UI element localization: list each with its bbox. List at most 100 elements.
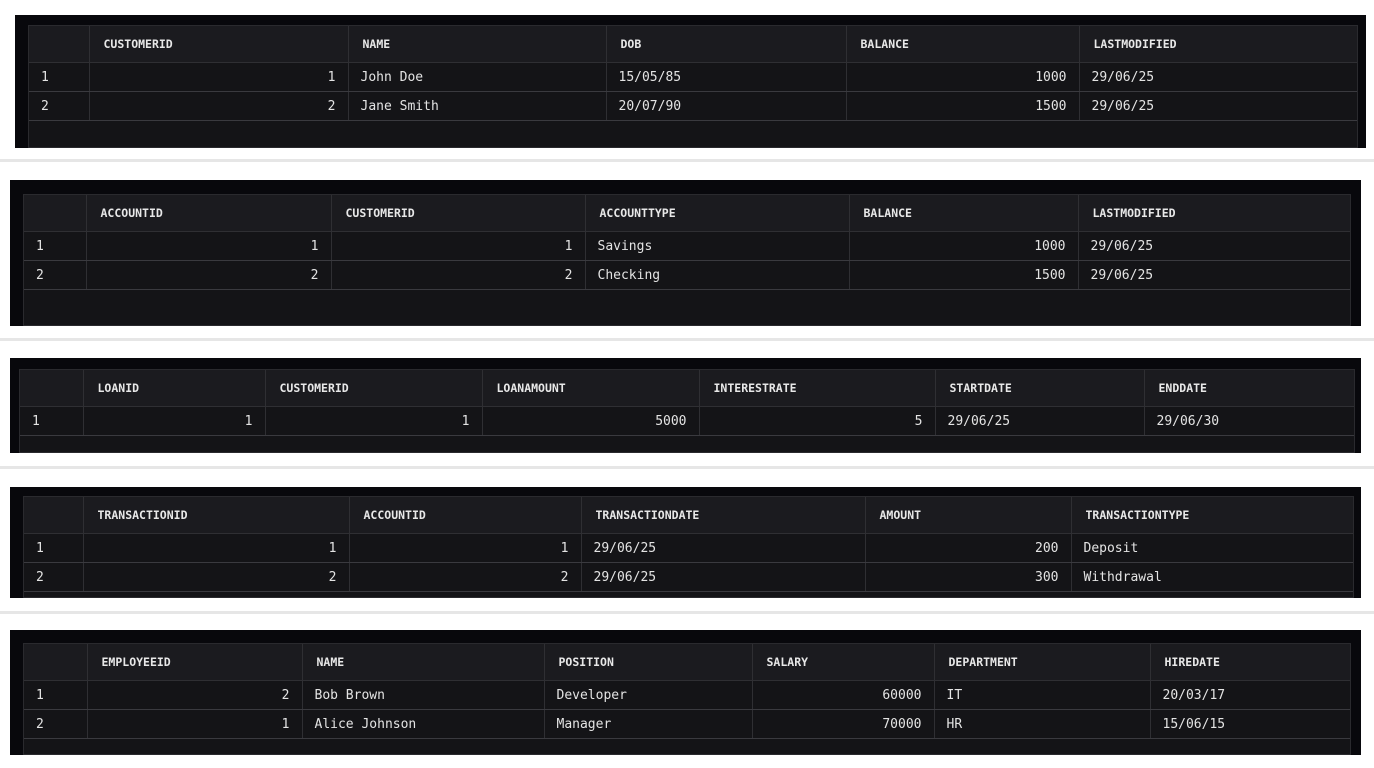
table-row[interactable]: 1 1 1 29/06/25 200 Deposit <box>24 533 1353 563</box>
column-header-employeeid[interactable]: EMPLOYEEID <box>86 644 302 681</box>
column-header-rownum[interactable] <box>24 644 87 681</box>
table-row[interactable]: 2 2 2 Checking 1500 29/06/25 <box>24 260 1350 290</box>
column-header-rownum[interactable] <box>24 195 86 232</box>
loans-result-grid: LOANID CUSTOMERID LOANAMOUNT INTERESTRAT… <box>19 369 1355 453</box>
table-cell[interactable]: Withdrawal <box>1070 562 1353 592</box>
column-header-customerid[interactable]: CUSTOMERID <box>264 370 482 407</box>
table-cell[interactable]: HR <box>933 709 1150 739</box>
row-number-cell[interactable]: 1 <box>24 680 87 710</box>
column-header-transactiontype[interactable]: TRANSACTIONTYPE <box>1070 497 1353 534</box>
table-cell[interactable]: 20/03/17 <box>1149 680 1350 710</box>
column-header-accountid[interactable]: ACCOUNTID <box>85 195 331 232</box>
table-cell[interactable]: 1 <box>82 533 349 563</box>
column-header-rownum[interactable] <box>20 370 83 407</box>
table-cell[interactable]: 29/06/25 <box>1078 91 1357 121</box>
column-header-hiredate[interactable]: HIREDATE <box>1149 644 1350 681</box>
table-row[interactable]: 2 2 2 29/06/25 300 Withdrawal <box>24 562 1353 592</box>
table-cell[interactable]: 2 <box>348 562 581 592</box>
table-cell[interactable]: Savings <box>584 231 849 261</box>
table-cell[interactable]: 2 <box>88 91 348 121</box>
column-header-dob[interactable]: DOB <box>605 26 846 63</box>
table-row[interactable]: 1 2 Bob Brown Developer 60000 IT 20/03/1… <box>24 680 1350 710</box>
column-header-salary[interactable]: SALARY <box>751 644 934 681</box>
table-cell[interactable]: Checking <box>584 260 849 290</box>
column-header-accountid[interactable]: ACCOUNTID <box>348 497 581 534</box>
column-header-lastmodified[interactable]: LASTMODIFIED <box>1078 26 1357 63</box>
column-header-balance[interactable]: BALANCE <box>848 195 1078 232</box>
table-cell[interactable]: 29/06/25 <box>580 533 865 563</box>
column-header-rownum[interactable] <box>24 497 83 534</box>
table-row[interactable]: 1 1 1 Savings 1000 29/06/25 <box>24 231 1350 261</box>
column-header-loanid[interactable]: LOANID <box>82 370 265 407</box>
table-cell[interactable]: 29/06/25 <box>934 406 1144 436</box>
table-cell[interactable]: 29/06/25 <box>1077 231 1350 261</box>
column-header-interestrate[interactable]: INTERESTRATE <box>698 370 935 407</box>
table-cell[interactable]: 2 <box>86 680 302 710</box>
table-cell[interactable]: 2 <box>330 260 585 290</box>
column-header-department[interactable]: DEPARTMENT <box>933 644 1150 681</box>
table-row[interactable]: 1 1 1 5000 5 29/06/25 29/06/30 <box>20 406 1354 436</box>
table-cell[interactable]: 1 <box>348 533 581 563</box>
table-cell[interactable]: 5 <box>698 406 935 436</box>
table-cell[interactable]: 29/06/25 <box>1078 62 1357 92</box>
column-header-name[interactable]: NAME <box>347 26 606 63</box>
row-number-cell[interactable]: 2 <box>24 260 86 290</box>
row-number-cell[interactable]: 2 <box>24 562 83 592</box>
table-cell[interactable]: 5000 <box>481 406 699 436</box>
table-cell[interactable]: Manager <box>543 709 752 739</box>
table-cell[interactable]: 1 <box>85 231 331 261</box>
customers-result-panel: CUSTOMERID NAME DOB BALANCE LASTMODIFIED… <box>15 15 1366 148</box>
table-cell[interactable]: 60000 <box>751 680 934 710</box>
row-number-cell[interactable]: 1 <box>24 533 83 563</box>
table-cell[interactable]: 29/06/25 <box>1077 260 1350 290</box>
table-row[interactable]: 2 2 Jane Smith 20/07/90 1500 29/06/25 <box>29 91 1357 121</box>
column-header-startdate[interactable]: STARTDATE <box>934 370 1144 407</box>
column-header-name[interactable]: NAME <box>301 644 544 681</box>
table-row[interactable]: 1 1 John Doe 15/05/85 1000 29/06/25 <box>29 62 1357 92</box>
table-cell[interactable]: 15/06/15 <box>1149 709 1350 739</box>
column-header-enddate[interactable]: ENDDATE <box>1143 370 1354 407</box>
row-number-cell[interactable]: 2 <box>24 709 87 739</box>
row-number-cell[interactable]: 1 <box>20 406 83 436</box>
table-cell[interactable]: 1 <box>88 62 348 92</box>
table-cell[interactable]: IT <box>933 680 1150 710</box>
row-number-cell[interactable]: 1 <box>24 231 86 261</box>
table-cell[interactable]: 29/06/30 <box>1143 406 1354 436</box>
table-cell[interactable]: 2 <box>82 562 349 592</box>
table-cell[interactable]: 2 <box>85 260 331 290</box>
column-header-balance[interactable]: BALANCE <box>845 26 1079 63</box>
table-cell[interactable]: 1000 <box>848 231 1078 261</box>
table-cell[interactable]: 1 <box>330 231 585 261</box>
column-header-amount[interactable]: AMOUNT <box>864 497 1071 534</box>
column-header-rownum[interactable] <box>29 26 89 63</box>
table-cell[interactable]: 1500 <box>845 91 1079 121</box>
column-header-transactionid[interactable]: TRANSACTIONID <box>82 497 349 534</box>
table-cell[interactable]: Deposit <box>1070 533 1353 563</box>
row-number-cell[interactable]: 2 <box>29 91 89 121</box>
column-header-loanamount[interactable]: LOANAMOUNT <box>481 370 699 407</box>
table-cell[interactable]: Developer <box>543 680 752 710</box>
table-cell[interactable]: 20/07/90 <box>605 91 846 121</box>
column-header-accounttype[interactable]: ACCOUNTTYPE <box>584 195 849 232</box>
column-header-customerid[interactable]: CUSTOMERID <box>330 195 585 232</box>
table-cell[interactable]: 1 <box>82 406 265 436</box>
column-header-position[interactable]: POSITION <box>543 644 752 681</box>
table-cell[interactable]: 1500 <box>848 260 1078 290</box>
table-row[interactable]: 2 1 Alice Johnson Manager 70000 HR 15/06… <box>24 709 1350 739</box>
row-number-cell[interactable]: 1 <box>29 62 89 92</box>
table-cell[interactable]: 1 <box>264 406 482 436</box>
table-cell[interactable]: 1000 <box>845 62 1079 92</box>
column-header-transactiondate[interactable]: TRANSACTIONDATE <box>580 497 865 534</box>
table-cell[interactable]: Bob Brown <box>301 680 544 710</box>
column-header-customerid[interactable]: CUSTOMERID <box>88 26 348 63</box>
table-cell[interactable]: John Doe <box>347 62 606 92</box>
table-cell[interactable]: 200 <box>864 533 1071 563</box>
table-cell[interactable]: 1 <box>86 709 302 739</box>
table-cell[interactable]: 70000 <box>751 709 934 739</box>
table-cell[interactable]: 300 <box>864 562 1071 592</box>
table-cell[interactable]: 15/05/85 <box>605 62 846 92</box>
table-cell[interactable]: Jane Smith <box>347 91 606 121</box>
column-header-lastmodified[interactable]: LASTMODIFIED <box>1077 195 1350 232</box>
table-cell[interactable]: Alice Johnson <box>301 709 544 739</box>
table-cell[interactable]: 29/06/25 <box>580 562 865 592</box>
